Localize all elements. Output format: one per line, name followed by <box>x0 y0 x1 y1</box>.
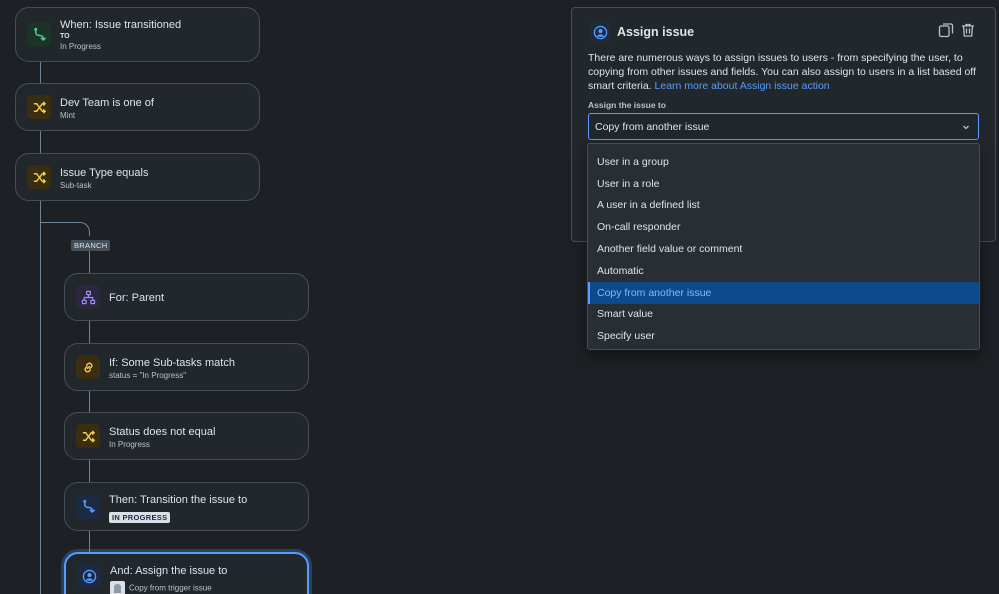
panel-title: Assign issue <box>617 25 694 39</box>
condition-issue-type-value: Sub-task <box>60 180 148 191</box>
link-icon <box>76 355 100 379</box>
and-assign-value: Copy from trigger issue <box>129 584 212 593</box>
condition-issue-type-title: Issue Type equals <box>60 166 148 180</box>
option-another-field-value[interactable]: Another field value or comment <box>588 238 979 260</box>
trigger-title: When: Issue transitioned <box>60 18 181 32</box>
option-user-in-defined-list[interactable]: A user in a defined list <box>588 195 979 217</box>
if-sub-tasks-condition: status = "In Progress" <box>109 370 235 381</box>
option-specify-user[interactable]: Specify user <box>588 325 979 347</box>
condition-dev-team-title: Dev Team is one of <box>60 96 154 110</box>
trigger-to-label: TO <box>60 32 181 41</box>
learn-more-link[interactable]: Learn more about Assign issue action <box>655 80 830 92</box>
trigger-status: In Progress <box>60 41 181 52</box>
option-copy-from-another-issue[interactable]: Copy from another issue <box>588 282 979 304</box>
then-transition-node[interactable]: Then: Transition the issue to IN PROGRES… <box>64 482 309 531</box>
avatar <box>110 581 125 594</box>
branch-curve <box>73 222 90 236</box>
flow-connector <box>40 61 41 594</box>
then-transition-title: Then: Transition the issue to <box>109 493 247 507</box>
condition-shuffle-icon <box>27 95 51 119</box>
transition-icon <box>27 23 51 47</box>
option-on-call-responder[interactable]: On-call responder <box>588 216 979 238</box>
option-automatic[interactable]: Automatic <box>588 260 979 282</box>
branch-label: BRANCH <box>71 240 110 251</box>
chevron-down-icon <box>960 121 972 133</box>
condition-shuffle-icon <box>27 165 51 189</box>
if-sub-tasks-title: If: Some Sub-tasks match <box>109 356 235 370</box>
status-condition-value: In Progress <box>109 439 215 450</box>
status-lozenge: IN PROGRESS <box>109 512 170 523</box>
if-sub-tasks-node[interactable]: If: Some Sub-tasks match status = "In Pr… <box>64 343 309 391</box>
duplicate-icon[interactable] <box>937 21 955 39</box>
option-user-in-group[interactable]: User in a group <box>588 151 979 173</box>
panel-description: There are numerous ways to assign issues… <box>588 51 983 93</box>
condition-dev-team-node[interactable]: Dev Team is one of Mint <box>15 83 260 131</box>
delete-icon[interactable] <box>959 21 977 39</box>
assign-field-label: Assign the issue to <box>588 100 666 110</box>
hierarchy-icon <box>76 285 100 309</box>
branch-for-parent-title: For: Parent <box>109 291 164 305</box>
and-assign-title: And: Assign the issue to <box>110 564 227 578</box>
assign-options-menu: User in a group User in a role A user in… <box>587 143 980 350</box>
trigger-node[interactable]: When: Issue transitioned TO In Progress <box>15 7 260 62</box>
option-user-in-role[interactable]: User in a role <box>588 173 979 195</box>
option-smart-value[interactable]: Smart value <box>588 304 979 326</box>
assign-select[interactable]: Copy from another issue <box>588 113 979 140</box>
condition-shuffle-icon <box>76 424 100 448</box>
and-assign-node[interactable]: And: Assign the issue to Copy from trigg… <box>64 552 309 594</box>
status-condition-node[interactable]: Status does not equal In Progress <box>64 412 309 460</box>
assign-select-value: Copy from another issue <box>595 121 709 133</box>
status-condition-title: Status does not equal <box>109 425 215 439</box>
condition-issue-type-node[interactable]: Issue Type equals Sub-task <box>15 153 260 201</box>
branch-for-parent-node[interactable]: For: Parent <box>64 273 309 321</box>
transition-icon <box>76 495 100 519</box>
assign-user-icon <box>590 22 610 42</box>
condition-dev-team-value: Mint <box>60 110 154 121</box>
assign-user-icon <box>77 564 101 588</box>
